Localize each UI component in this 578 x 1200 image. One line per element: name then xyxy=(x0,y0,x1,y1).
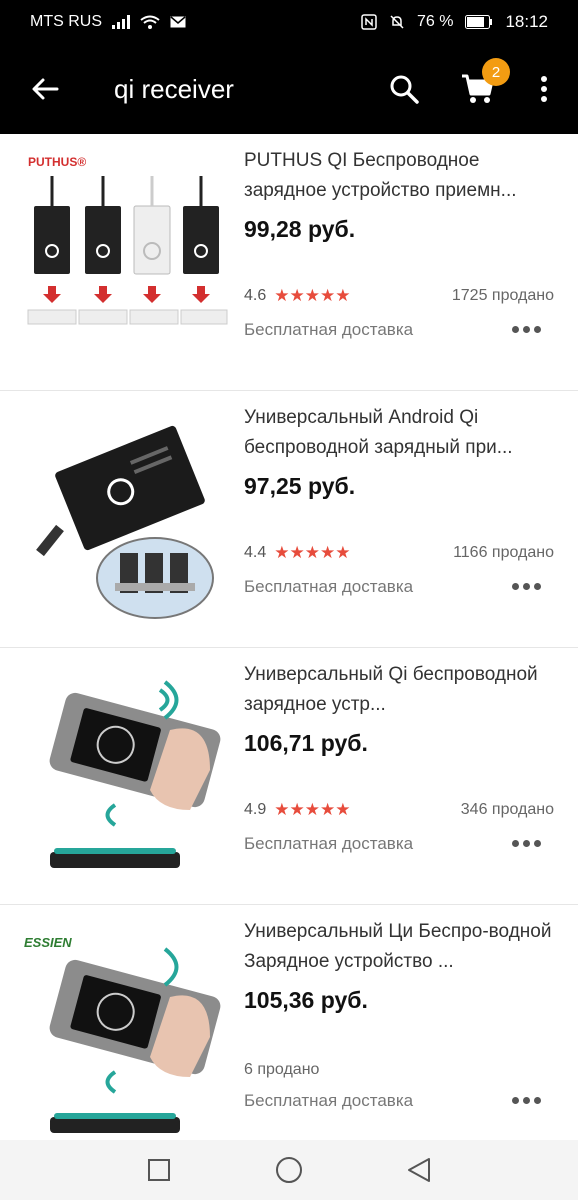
star-rating: ★★★★★ xyxy=(274,286,351,305)
product-price: 106,71 руб. xyxy=(244,730,368,756)
product-list: PUTHUS® PUTHUS QI Беспроводное зарядное … xyxy=(0,134,578,1162)
square-icon xyxy=(148,1159,170,1181)
sold-count: 1725 продано xyxy=(451,287,554,304)
wifi-icon xyxy=(140,15,160,29)
rating-value: 4.4 xyxy=(244,544,267,561)
star-rating: ★★★★★ xyxy=(274,800,351,819)
product-image[interactable] xyxy=(20,660,230,890)
recent-apps-button[interactable] xyxy=(139,1150,179,1190)
more-options-button[interactable] xyxy=(508,1085,544,1115)
more-horizontal-icon xyxy=(511,839,541,847)
product-price: 97,25 руб. xyxy=(244,473,356,499)
sold-count: 6 продано xyxy=(244,1061,320,1078)
product-card[interactable]: Универсальный Android Qi беспроводной за… xyxy=(0,391,578,648)
product-title[interactable]: Универсальный Ци Беспро-водной Зарядное … xyxy=(244,917,560,977)
product-image[interactable]: ESSIEN xyxy=(20,917,230,1147)
more-options-button[interactable] xyxy=(508,828,544,858)
rating-value: 4.6 xyxy=(244,287,267,304)
home-button[interactable] xyxy=(269,1150,309,1190)
mute-icon xyxy=(390,15,404,29)
product-title[interactable]: Универсальный Android Qi беспроводной за… xyxy=(244,403,560,463)
search-button[interactable] xyxy=(374,44,434,134)
sold-count: 1166 продано xyxy=(453,544,554,561)
system-nav-bar xyxy=(0,1140,578,1200)
product-card[interactable]: PUTHUS® PUTHUS QI Беспроводное зарядное … xyxy=(0,134,578,391)
product-title[interactable]: Универсальный Qi беспроводной зарядное у… xyxy=(244,660,560,720)
product-price: 105,36 руб. xyxy=(244,987,368,1013)
delivery-label: Бесплатная доставка xyxy=(244,320,414,339)
mail-icon xyxy=(170,16,186,28)
arrow-left-icon xyxy=(32,78,59,100)
search-icon xyxy=(390,75,419,104)
product-info: Универсальный Qi беспроводной зарядное у… xyxy=(244,660,560,853)
overflow-menu-icon xyxy=(541,76,547,102)
back-nav-button[interactable] xyxy=(399,1150,439,1190)
product-image[interactable] xyxy=(20,403,230,633)
search-query[interactable]: qi receiver xyxy=(114,74,374,105)
circle-icon xyxy=(276,1157,302,1183)
status-bar: MTS RUS 76 % 18:12 xyxy=(0,0,578,44)
delivery-label: Бесплатная доставка xyxy=(244,834,414,853)
rating-row: 4.4 ★★★★★ 1166 продано xyxy=(244,543,554,563)
product-title[interactable]: PUTHUS QI Беспроводное зарядное устройст… xyxy=(244,146,560,206)
battery-percent: 76 % xyxy=(416,13,454,30)
clock: 18:12 xyxy=(505,12,548,31)
brand-logo: ESSIEN xyxy=(24,935,72,950)
rating-row: 4.6 ★★★★★ 1725 продано xyxy=(244,286,554,306)
delivery-label: Бесплатная доставка xyxy=(244,1091,414,1110)
overflow-menu-button[interactable] xyxy=(516,44,572,134)
brand-logo: PUTHUS® xyxy=(28,155,86,169)
product-info: PUTHUS QI Беспроводное зарядное устройст… xyxy=(244,146,560,339)
more-horizontal-icon xyxy=(511,582,541,590)
star-rating: ★★★★★ xyxy=(274,543,351,562)
back-button[interactable] xyxy=(10,44,80,134)
battery-icon xyxy=(465,15,493,29)
app-toolbar: qi receiver 2 xyxy=(0,44,578,134)
cart-count-badge: 2 xyxy=(482,58,510,86)
product-image[interactable]: PUTHUS® xyxy=(20,146,230,376)
more-options-button[interactable] xyxy=(508,571,544,601)
rating-row: 4.9 ★★★★★ 346 продано xyxy=(244,800,554,820)
cart-button[interactable]: 2 xyxy=(448,44,510,134)
delivery-label: Бесплатная доставка xyxy=(244,577,414,596)
more-horizontal-icon xyxy=(511,325,541,333)
nfc-icon xyxy=(361,14,377,30)
signal-icon xyxy=(112,15,130,29)
product-price: 99,28 руб. xyxy=(244,216,356,242)
sold-count: 346 продано xyxy=(460,801,554,818)
carrier-label: MTS RUS xyxy=(30,13,102,30)
product-info: Универсальный Ци Беспро-водной Зарядное … xyxy=(244,917,560,1110)
more-options-button[interactable] xyxy=(508,314,544,344)
more-horizontal-icon xyxy=(511,1096,541,1104)
product-card[interactable]: ESSIEN Универсальный Ци Беспро-водной За… xyxy=(0,905,578,1162)
product-info: Универсальный Android Qi беспроводной за… xyxy=(244,403,560,596)
product-card[interactable]: Универсальный Qi беспроводной зарядное у… xyxy=(0,648,578,905)
triangle-back-icon xyxy=(408,1158,430,1182)
rating-value: 4.9 xyxy=(244,801,267,818)
